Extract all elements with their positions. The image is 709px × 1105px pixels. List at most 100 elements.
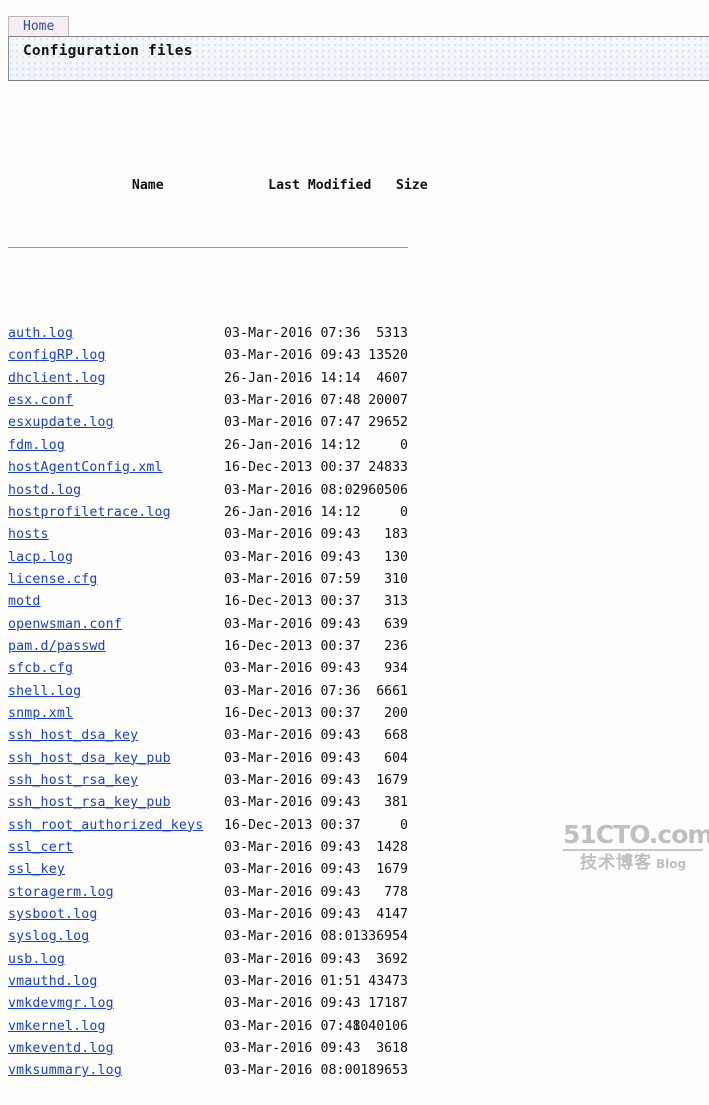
cell-size: 17187 — [368, 996, 408, 1012]
cell-name: lacp.log — [8, 547, 224, 569]
cell-size: 189653 — [360, 1063, 408, 1079]
file-link[interactable]: hosts — [8, 527, 49, 542]
file-link[interactable]: hostd.log — [8, 483, 81, 498]
table-row: hosts 03-Mar-2016 09:43 183 — [8, 524, 408, 546]
cell-last-modified: 03-Mar-2016 07:48 — [224, 1018, 361, 1034]
file-link[interactable]: hostprofiletrace.log — [8, 505, 171, 520]
file-link[interactable]: vmksummary.log — [8, 1063, 122, 1078]
cell-name: usb.log — [8, 949, 224, 971]
cell-last-modified: 03-Mar-2016 07:48 — [224, 393, 361, 409]
file-link[interactable]: ssl_cert — [8, 840, 73, 855]
file-link[interactable]: vmkernel.log — [8, 1019, 106, 1034]
cell-name: ssh_host_dsa_key — [8, 725, 224, 747]
table-row: ssh_root_authorized_keys 16-Dec-2013 00:3… — [8, 815, 408, 837]
cell-name: hostd.log — [8, 480, 224, 502]
file-link[interactable]: sfcb.cfg — [8, 661, 73, 676]
file-link[interactable]: storagerm.log — [8, 885, 114, 900]
cell-last-modified: 03-Mar-2016 09:43 — [224, 996, 361, 1012]
cell-name: esx.conf — [8, 390, 224, 412]
cell-last-modified: 03-Mar-2016 09:43 — [224, 951, 361, 967]
watermark-blog-label: Blog — [655, 857, 687, 871]
file-link[interactable]: lacp.log — [8, 550, 73, 565]
cell-name: vmkdevmgr.log — [8, 993, 224, 1015]
cell-name: syslog.log — [8, 926, 224, 948]
file-link[interactable]: shell.log — [8, 684, 81, 699]
cell-last-modified: 03-Mar-2016 09:43 — [224, 728, 361, 744]
cell-last-modified: 16-Dec-2013 00:37 — [224, 817, 361, 833]
cell-name: esxupdate.log — [8, 412, 224, 434]
cell-name: pam.d/passwd — [8, 636, 224, 658]
cell-size: 236 — [384, 638, 408, 654]
cell-name: ssl_key — [8, 859, 224, 881]
file-link[interactable]: syslog.log — [8, 929, 89, 944]
cell-name: ssh_host_rsa_key_pub — [8, 792, 224, 814]
file-link[interactable]: hostAgentConfig.xml — [8, 460, 163, 475]
cell-name: vmkeventd.log — [8, 1038, 224, 1060]
cell-size: 4147 — [376, 907, 408, 923]
cell-last-modified: 03-Mar-2016 09:43 — [224, 862, 361, 878]
file-link[interactable]: esx.conf — [8, 393, 73, 408]
cell-size: 0 — [400, 504, 408, 520]
cell-name: sysboot.log — [8, 904, 224, 926]
table-row: hostd.log 03-Mar-2016 08:022960506 — [8, 480, 408, 502]
table-row: ssh_host_rsa_key 03-Mar-2016 09:43 1679 — [8, 770, 408, 792]
cell-last-modified: 26-Jan-2016 14:14 — [224, 370, 361, 386]
cell-last-modified: 03-Mar-2016 09:43 — [224, 348, 361, 364]
table-row: sfcb.cfg 03-Mar-2016 09:43 934 — [8, 658, 408, 680]
cell-last-modified: 16-Dec-2013 00:37 — [224, 594, 361, 610]
file-link[interactable]: vmauthd.log — [8, 974, 98, 989]
listing-column-headers: Name Last Modified Size — [8, 153, 428, 193]
cell-last-modified: 03-Mar-2016 09:43 — [224, 549, 361, 565]
file-link[interactable]: ssh_host_rsa_key — [8, 773, 138, 788]
file-link[interactable]: fdm.log — [8, 438, 65, 453]
file-link[interactable]: snmp.xml — [8, 706, 73, 721]
file-link[interactable]: esxupdate.log — [8, 415, 114, 430]
table-row: motd 16-Dec-2013 00:37 313 — [8, 591, 408, 613]
cell-size: 4607 — [376, 370, 408, 386]
cell-name: auth.log — [8, 323, 224, 345]
cell-last-modified: 03-Mar-2016 07:36 — [224, 683, 361, 699]
cell-name: vmauthd.log — [8, 971, 224, 993]
file-link[interactable]: ssl_key — [8, 862, 65, 877]
file-link[interactable]: motd — [8, 594, 41, 609]
cell-last-modified: 03-Mar-2016 09:43 — [224, 772, 361, 788]
cell-name: fdm.log — [8, 435, 224, 457]
tab-home[interactable]: Home — [8, 16, 70, 38]
file-link[interactable]: dhclient.log — [8, 371, 106, 386]
file-link[interactable]: openwsman.conf — [8, 617, 122, 632]
table-row: ssl_key 03-Mar-2016 09:43 1679 — [8, 859, 408, 881]
cell-size: 29652 — [368, 415, 408, 431]
cell-last-modified: 03-Mar-2016 08:02 — [224, 482, 361, 498]
file-link[interactable]: auth.log — [8, 326, 73, 341]
file-link[interactable]: vmkeventd.log — [8, 1041, 114, 1056]
table-row: vmkdevmgr.log 03-Mar-2016 09:43 17187 — [8, 993, 408, 1015]
cell-name: ssh_host_dsa_key_pub — [8, 748, 224, 770]
cell-name: shell.log — [8, 681, 224, 703]
cell-size: 183 — [384, 527, 408, 543]
table-row: syslog.log 03-Mar-2016 08:01336954 — [8, 926, 408, 948]
cell-last-modified: 03-Mar-2016 07:47 — [224, 415, 361, 431]
cell-last-modified: 03-Mar-2016 09:43 — [224, 840, 361, 855]
table-row: pam.d/passwd 16-Dec-2013 00:37 236 — [8, 636, 408, 658]
cell-size: 2960506 — [352, 482, 408, 498]
file-link[interactable]: sysboot.log — [8, 907, 98, 922]
file-link[interactable]: ssh_host_dsa_key_pub — [8, 751, 171, 766]
table-row: vmauthd.log 03-Mar-2016 01:51 43473 — [8, 971, 408, 993]
cell-last-modified: 03-Mar-2016 09:43 — [224, 1041, 361, 1057]
file-link[interactable]: pam.d/passwd — [8, 639, 106, 654]
file-link[interactable]: usb.log — [8, 952, 65, 967]
file-listing: Name Last Modified Size auth.log 03-Mar-201… — [8, 86, 428, 1105]
file-link[interactable]: license.cfg — [8, 572, 98, 587]
file-link[interactable]: ssh_host_rsa_key_pub — [8, 795, 171, 810]
file-link[interactable]: ssh_root_authorized_keys — [8, 818, 203, 833]
table-row: lacp.log 03-Mar-2016 09:43 130 — [8, 547, 408, 569]
cell-last-modified: 16-Dec-2013 00:37 — [224, 705, 361, 721]
file-link[interactable]: vmkdevmgr.log — [8, 996, 114, 1011]
file-link[interactable]: ssh_host_dsa_key — [8, 728, 138, 743]
cell-size: 200 — [384, 705, 408, 721]
cell-size: 1040106 — [352, 1018, 408, 1034]
cell-size: 5313 — [376, 326, 408, 342]
table-row: shell.log 03-Mar-2016 07:36 6661 — [8, 681, 408, 703]
file-link[interactable]: configRP.log — [8, 348, 106, 363]
cell-last-modified: 03-Mar-2016 08:00 — [224, 1063, 361, 1079]
